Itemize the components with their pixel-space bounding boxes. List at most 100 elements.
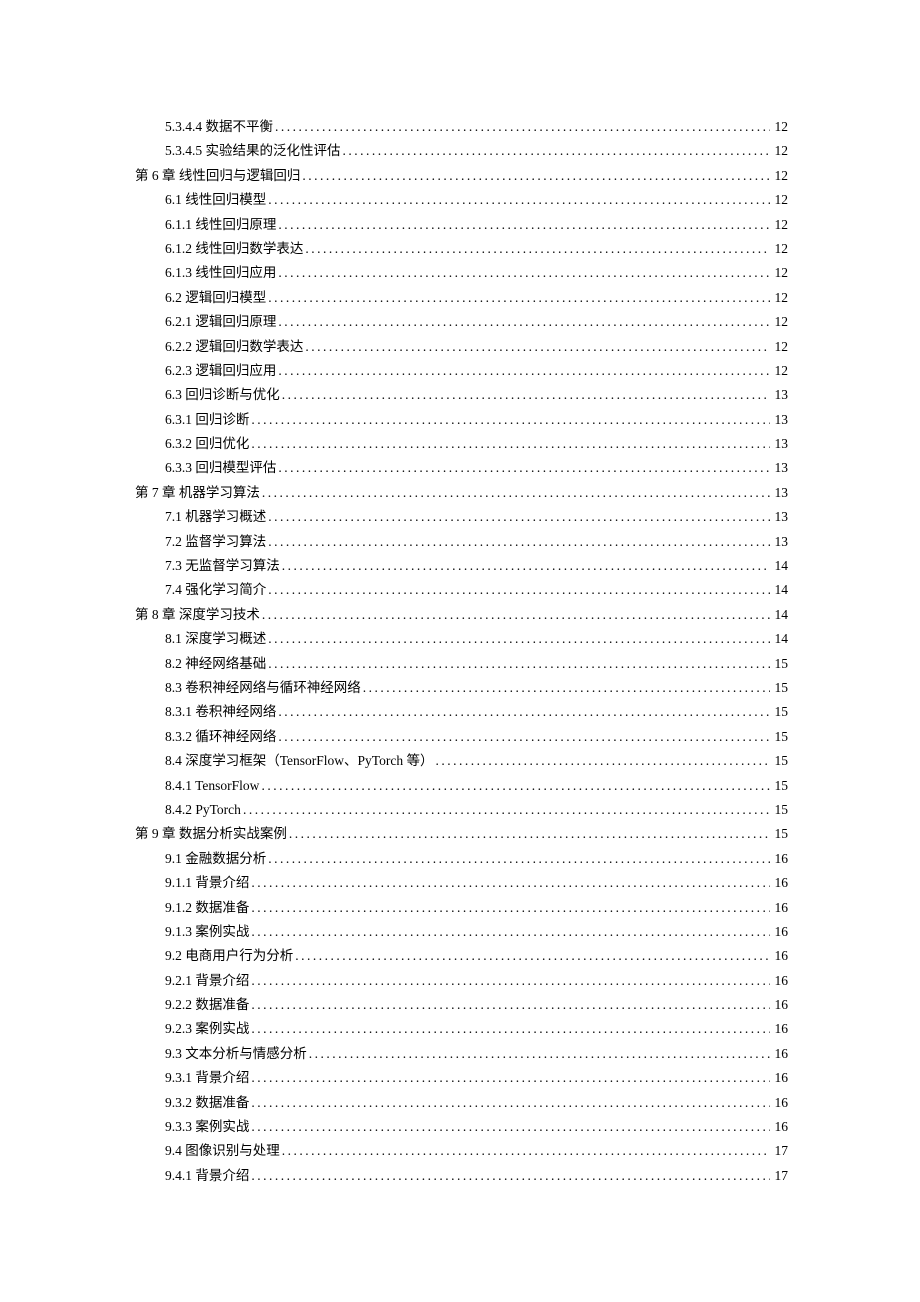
toc-leader-dots: [241, 798, 770, 822]
toc-entry-label: 8.4 深度学习框架（TensorFlow、PyTorch 等）: [165, 749, 433, 773]
toc-entry-page: 16: [770, 1042, 788, 1066]
toc-entry[interactable]: 5.3.4.4 数据不平衡12: [135, 115, 788, 139]
toc-entry[interactable]: 8.3 卷积神经网络与循环神经网络15: [135, 676, 788, 700]
toc-leader-dots: [249, 1115, 770, 1139]
toc-entry-page: 15: [770, 774, 788, 798]
toc-entry-page: 13: [770, 432, 788, 456]
toc-entry[interactable]: 9.2.2 数据准备16: [135, 993, 788, 1017]
toc-entry[interactable]: 9.2.3 案例实战 16: [135, 1017, 788, 1041]
toc-entry[interactable]: 9.3 文本分析与情感分析16: [135, 1042, 788, 1066]
toc-entry-label: 9.2.1 背景介绍: [165, 969, 249, 993]
toc-entry[interactable]: 8.3.1 卷积神经网络15: [135, 700, 788, 724]
toc-entry-label: 8.2 神经网络基础: [165, 652, 266, 676]
toc-entry[interactable]: 6.3.1 回归诊断13: [135, 408, 788, 432]
toc-entry-label: 9.2.3 案例实战: [165, 1017, 249, 1041]
toc-entry-page: 16: [770, 1066, 788, 1090]
toc-entry[interactable]: 6.3 回归诊断与优化 13: [135, 383, 788, 407]
toc-entry[interactable]: 第 9 章 数据分析实战案例15: [135, 822, 788, 846]
toc-entry-label: 6.3.2 回归优化: [165, 432, 249, 456]
toc-entry[interactable]: 6.1 线性回归模型12: [135, 188, 788, 212]
toc-entry-label: 8.1 深度学习概述: [165, 627, 266, 651]
toc-entry[interactable]: 9.1 金融数据分析16: [135, 847, 788, 871]
toc-entry[interactable]: 8.4.1 TensorFlow 15: [135, 774, 788, 798]
toc-entry[interactable]: 7.3 无监督学习算法14: [135, 554, 788, 578]
toc-leader-dots: [276, 213, 770, 237]
toc-entry[interactable]: 第 7 章 机器学习算法13: [135, 481, 788, 505]
toc-entry[interactable]: 6.1.1 线性回归原理12: [135, 213, 788, 237]
toc-entry[interactable]: 第 8 章 深度学习技术14: [135, 603, 788, 627]
toc-entry-page: 16: [770, 896, 788, 920]
toc-entry-label: 9.3.3 案例实战: [165, 1115, 249, 1139]
toc-entry-label: 6.3.1 回归诊断: [165, 408, 249, 432]
toc-leader-dots: [433, 749, 770, 773]
toc-entry[interactable]: 5.3.4.5 实验结果的泛化性评估12: [135, 139, 788, 163]
toc-entry-page: 12: [770, 213, 788, 237]
toc-entry-page: 14: [770, 627, 788, 651]
toc-leader-dots: [249, 969, 770, 993]
toc-entry[interactable]: 6.2 逻辑回归模型12: [135, 286, 788, 310]
toc-entry-page: 15: [770, 700, 788, 724]
toc-entry[interactable]: 6.2.2 逻辑回归数学表达12: [135, 335, 788, 359]
toc-entry-label: 6.3 回归诊断与优化: [165, 383, 280, 407]
toc-entry[interactable]: 9.1.1 背景介绍16: [135, 871, 788, 895]
toc-leader-dots: [273, 115, 770, 139]
toc-entry-page: 15: [770, 652, 788, 676]
toc-leader-dots: [276, 456, 770, 480]
toc-leader-dots: [249, 408, 770, 432]
toc-entry-label: 9.3.2 数据准备: [165, 1091, 249, 1115]
toc-entry[interactable]: 第 6 章 线性回归与逻辑回归12: [135, 164, 788, 188]
toc-entry[interactable]: 7.4 强化学习简介14: [135, 578, 788, 602]
toc-leader-dots: [266, 530, 770, 554]
toc-leader-dots: [307, 1042, 770, 1066]
toc-entry[interactable]: 6.3.3 回归模型评估 13: [135, 456, 788, 480]
toc-entry-page: 12: [770, 310, 788, 334]
toc-entry[interactable]: 6.1.3 线性回归应用12: [135, 261, 788, 285]
toc-entry-label: 第 9 章 数据分析实战案例: [135, 822, 287, 846]
toc-entry-label: 9.1.3 案例实战: [165, 920, 249, 944]
toc-entry-page: 12: [770, 188, 788, 212]
toc-entry-page: 13: [770, 383, 788, 407]
toc-entry[interactable]: 9.3.3 案例实战16: [135, 1115, 788, 1139]
toc-entry[interactable]: 6.1.2 线性回归数学表达12: [135, 237, 788, 261]
toc-leader-dots: [260, 481, 770, 505]
toc-entry[interactable]: 6.2.1 逻辑回归原理12: [135, 310, 788, 334]
toc-entry-page: 16: [770, 944, 788, 968]
toc-entry[interactable]: 8.1 深度学习概述 14: [135, 627, 788, 651]
toc-entry[interactable]: 8.4.2 PyTorch15: [135, 798, 788, 822]
table-of-contents: 5.3.4.4 数据不平衡125.3.4.5 实验结果的泛化性评估12第 6 章…: [135, 115, 788, 1188]
toc-entry-label: 5.3.4.4 数据不平衡: [165, 115, 273, 139]
toc-leader-dots: [249, 1164, 770, 1188]
toc-entry[interactable]: 9.4.1 背景介绍17: [135, 1164, 788, 1188]
toc-entry[interactable]: 8.4 深度学习框架（TensorFlow、PyTorch 等）15: [135, 749, 788, 773]
toc-entry[interactable]: 9.2 电商用户行为分析16: [135, 944, 788, 968]
toc-entry-page: 16: [770, 847, 788, 871]
toc-leader-dots: [361, 676, 770, 700]
toc-entry[interactable]: 9.3.2 数据准备16: [135, 1091, 788, 1115]
toc-entry[interactable]: 9.1.3 案例实战 16: [135, 920, 788, 944]
toc-entry[interactable]: 6.2.3 逻辑回归应用12: [135, 359, 788, 383]
toc-leader-dots: [249, 1017, 770, 1041]
toc-entry[interactable]: 7.2 监督学习算法13: [135, 530, 788, 554]
toc-entry-page: 12: [770, 359, 788, 383]
toc-entry-label: 8.4.1 TensorFlow: [165, 774, 259, 798]
toc-entry-page: 13: [770, 456, 788, 480]
toc-entry[interactable]: 9.3.1 背景介绍16: [135, 1066, 788, 1090]
toc-leader-dots: [266, 578, 770, 602]
toc-entry-page: 16: [770, 920, 788, 944]
toc-entry[interactable]: 6.3.2 回归优化 13: [135, 432, 788, 456]
toc-entry[interactable]: 9.1.2 数据准备16: [135, 896, 788, 920]
toc-entry-page: 16: [770, 1017, 788, 1041]
toc-entry-label: 9.1.1 背景介绍: [165, 871, 249, 895]
toc-entry[interactable]: 9.2.1 背景介绍16: [135, 969, 788, 993]
toc-entry-label: 6.3.3 回归模型评估: [165, 456, 276, 480]
toc-entry[interactable]: 8.2 神经网络基础 15: [135, 652, 788, 676]
toc-entry-page: 17: [770, 1139, 788, 1163]
toc-leader-dots: [300, 164, 770, 188]
toc-leader-dots: [280, 1139, 770, 1163]
toc-entry[interactable]: 9.4 图像识别与处理17: [135, 1139, 788, 1163]
toc-leader-dots: [276, 725, 770, 749]
toc-entry[interactable]: 7.1 机器学习概述13: [135, 505, 788, 529]
toc-entry-page: 13: [770, 530, 788, 554]
toc-entry-page: 14: [770, 554, 788, 578]
toc-entry[interactable]: 8.3.2 循环神经网络15: [135, 725, 788, 749]
